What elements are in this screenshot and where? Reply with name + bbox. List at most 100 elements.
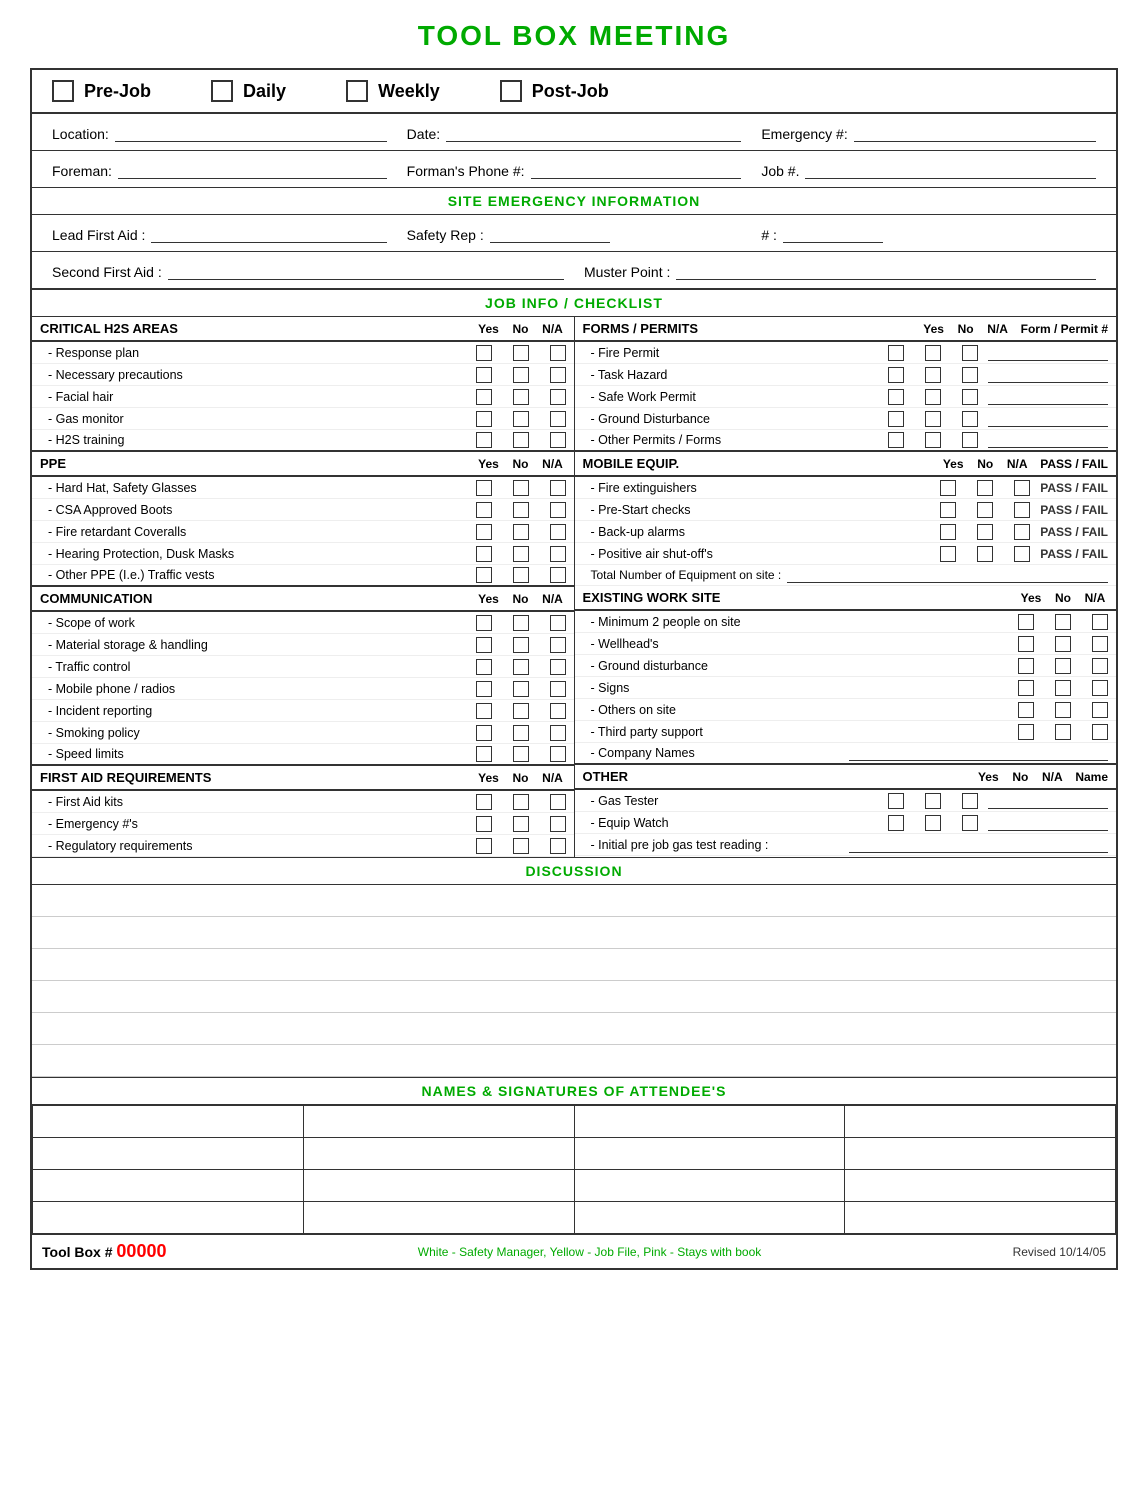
- oth-0-na-cb[interactable]: [962, 793, 978, 809]
- sig-cell-4-1[interactable]: [33, 1202, 304, 1234]
- comm-1-yes-cb[interactable]: [476, 637, 492, 653]
- ews-4-no-cb[interactable]: [1055, 702, 1071, 718]
- fp-4-no-cb[interactable]: [925, 432, 941, 448]
- sig-cell-1-3[interactable]: [574, 1106, 845, 1138]
- sig-cell-3-1[interactable]: [33, 1170, 304, 1202]
- discussion-line-3[interactable]: [32, 949, 1116, 981]
- h2s-0-na-cb[interactable]: [550, 345, 566, 361]
- fp-4-na-cb[interactable]: [962, 432, 978, 448]
- sig-cell-2-4[interactable]: [845, 1138, 1116, 1170]
- ews-2-yes-cb[interactable]: [1018, 658, 1034, 674]
- me-3-no-cb[interactable]: [977, 546, 993, 562]
- comm-2-na-cb[interactable]: [550, 659, 566, 675]
- sig-cell-1-2[interactable]: [303, 1106, 574, 1138]
- ews-5-yes-cb[interactable]: [1018, 724, 1034, 740]
- second-first-aid-input[interactable]: [168, 260, 564, 280]
- h2s-1-na-cb[interactable]: [550, 367, 566, 383]
- date-input[interactable]: [446, 122, 741, 142]
- foreman-input[interactable]: [118, 159, 387, 179]
- sig-cell-4-2[interactable]: [303, 1202, 574, 1234]
- foreman-phone-input[interactable]: [531, 159, 742, 179]
- pre-job-checkbox[interactable]: [52, 80, 74, 102]
- pre-job-option[interactable]: Pre-Job: [52, 80, 151, 102]
- oth-1-na-cb[interactable]: [962, 815, 978, 831]
- h2s-4-no-cb[interactable]: [513, 432, 529, 448]
- fp-2-yes-cb[interactable]: [888, 389, 904, 405]
- fa-2-no-cb[interactable]: [513, 838, 529, 854]
- h2s-4-na-cb[interactable]: [550, 432, 566, 448]
- comm-0-no-cb[interactable]: [513, 615, 529, 631]
- ews-2-na-cb[interactable]: [1092, 658, 1108, 674]
- safety-rep-input[interactable]: [490, 223, 610, 243]
- h2s-1-no-cb[interactable]: [513, 367, 529, 383]
- discussion-line-6[interactable]: [32, 1045, 1116, 1077]
- oth-0-name-field[interactable]: [988, 793, 1108, 809]
- discussion-line-2[interactable]: [32, 917, 1116, 949]
- me-2-yes-cb[interactable]: [940, 524, 956, 540]
- total-equip-input[interactable]: [787, 567, 1108, 583]
- h2s-3-na-cb[interactable]: [550, 411, 566, 427]
- post-job-option[interactable]: Post-Job: [500, 80, 609, 102]
- fp-1-yes-cb[interactable]: [888, 367, 904, 383]
- ppe-3-no-cb[interactable]: [513, 546, 529, 562]
- fp-0-no-cb[interactable]: [925, 345, 941, 361]
- discussion-line-1[interactable]: [32, 885, 1116, 917]
- ews-4-yes-cb[interactable]: [1018, 702, 1034, 718]
- comm-3-no-cb[interactable]: [513, 681, 529, 697]
- ews-0-yes-cb[interactable]: [1018, 614, 1034, 630]
- fa-1-na-cb[interactable]: [550, 816, 566, 832]
- h2s-0-yes-cb[interactable]: [476, 345, 492, 361]
- me-2-na-cb[interactable]: [1014, 524, 1030, 540]
- ews-3-na-cb[interactable]: [1092, 680, 1108, 696]
- h2s-2-no-cb[interactable]: [513, 389, 529, 405]
- h2s-0-no-cb[interactable]: [513, 345, 529, 361]
- comm-0-na-cb[interactable]: [550, 615, 566, 631]
- sig-cell-4-3[interactable]: [574, 1202, 845, 1234]
- fp-2-no-cb[interactable]: [925, 389, 941, 405]
- fa-0-na-cb[interactable]: [550, 794, 566, 810]
- me-2-no-cb[interactable]: [977, 524, 993, 540]
- comm-5-yes-cb[interactable]: [476, 725, 492, 741]
- ews-3-no-cb[interactable]: [1055, 680, 1071, 696]
- me-3-na-cb[interactable]: [1014, 546, 1030, 562]
- ppe-4-no-cb[interactable]: [513, 567, 529, 583]
- post-job-checkbox[interactable]: [500, 80, 522, 102]
- oth-0-no-cb[interactable]: [925, 793, 941, 809]
- discussion-line-4[interactable]: [32, 981, 1116, 1013]
- ews-0-na-cb[interactable]: [1092, 614, 1108, 630]
- ppe-3-na-cb[interactable]: [550, 546, 566, 562]
- ppe-1-no-cb[interactable]: [513, 502, 529, 518]
- oth-0-yes-cb[interactable]: [888, 793, 904, 809]
- hash-input[interactable]: [783, 223, 883, 243]
- h2s-3-yes-cb[interactable]: [476, 411, 492, 427]
- muster-point-input[interactable]: [676, 260, 1096, 280]
- oth-1-no-cb[interactable]: [925, 815, 941, 831]
- ppe-4-yes-cb[interactable]: [476, 567, 492, 583]
- sig-cell-3-2[interactable]: [303, 1170, 574, 1202]
- daily-option[interactable]: Daily: [211, 80, 286, 102]
- me-0-no-cb[interactable]: [977, 480, 993, 496]
- fa-1-no-cb[interactable]: [513, 816, 529, 832]
- ppe-0-na-cb[interactable]: [550, 480, 566, 496]
- fp-0-permit-field[interactable]: [988, 345, 1108, 361]
- comm-3-yes-cb[interactable]: [476, 681, 492, 697]
- fp-3-yes-cb[interactable]: [888, 411, 904, 427]
- h2s-2-yes-cb[interactable]: [476, 389, 492, 405]
- fa-0-no-cb[interactable]: [513, 794, 529, 810]
- me-1-na-cb[interactable]: [1014, 502, 1030, 518]
- ews-1-no-cb[interactable]: [1055, 636, 1071, 652]
- ews-4-na-cb[interactable]: [1092, 702, 1108, 718]
- fa-2-yes-cb[interactable]: [476, 838, 492, 854]
- comm-4-na-cb[interactable]: [550, 703, 566, 719]
- ews-3-yes-cb[interactable]: [1018, 680, 1034, 696]
- sig-cell-3-4[interactable]: [845, 1170, 1116, 1202]
- ppe-4-na-cb[interactable]: [550, 567, 566, 583]
- fa-0-yes-cb[interactable]: [476, 794, 492, 810]
- comm-6-yes-cb[interactable]: [476, 746, 492, 762]
- sig-cell-1-1[interactable]: [33, 1106, 304, 1138]
- emergency-input[interactable]: [854, 122, 1096, 142]
- comm-5-no-cb[interactable]: [513, 725, 529, 741]
- comm-3-na-cb[interactable]: [550, 681, 566, 697]
- fp-3-na-cb[interactable]: [962, 411, 978, 427]
- discussion-line-5[interactable]: [32, 1013, 1116, 1045]
